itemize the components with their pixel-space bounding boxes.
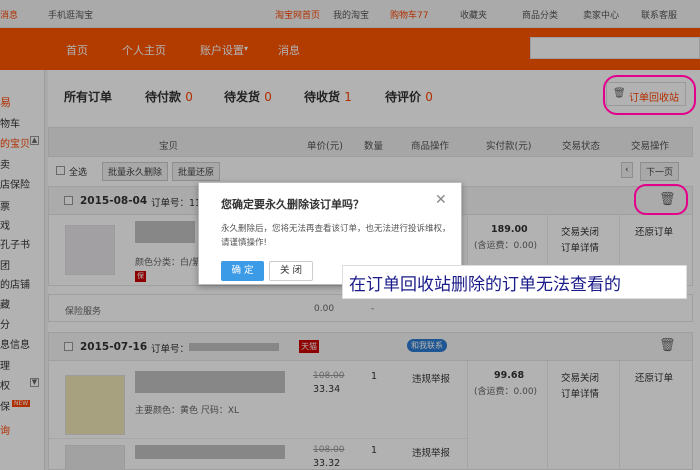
delete-icon-highlight [634, 184, 688, 215]
close-icon[interactable]: ✕ [435, 192, 447, 208]
dialog-message: 永久删除后，您将无法再查看该订单，也无法进行投诉维权，请谨慎操作! [221, 224, 451, 248]
annotation-caption: 在订单回收站删除的订单无法查看的 [342, 265, 687, 299]
dialog-title: 您确定要永久删除该订单吗？ [221, 198, 364, 211]
close-button[interactable]: 关 闭 [269, 261, 313, 281]
recycle-bin-highlight [603, 75, 696, 115]
confirm-button[interactable]: 确 定 [221, 261, 264, 281]
